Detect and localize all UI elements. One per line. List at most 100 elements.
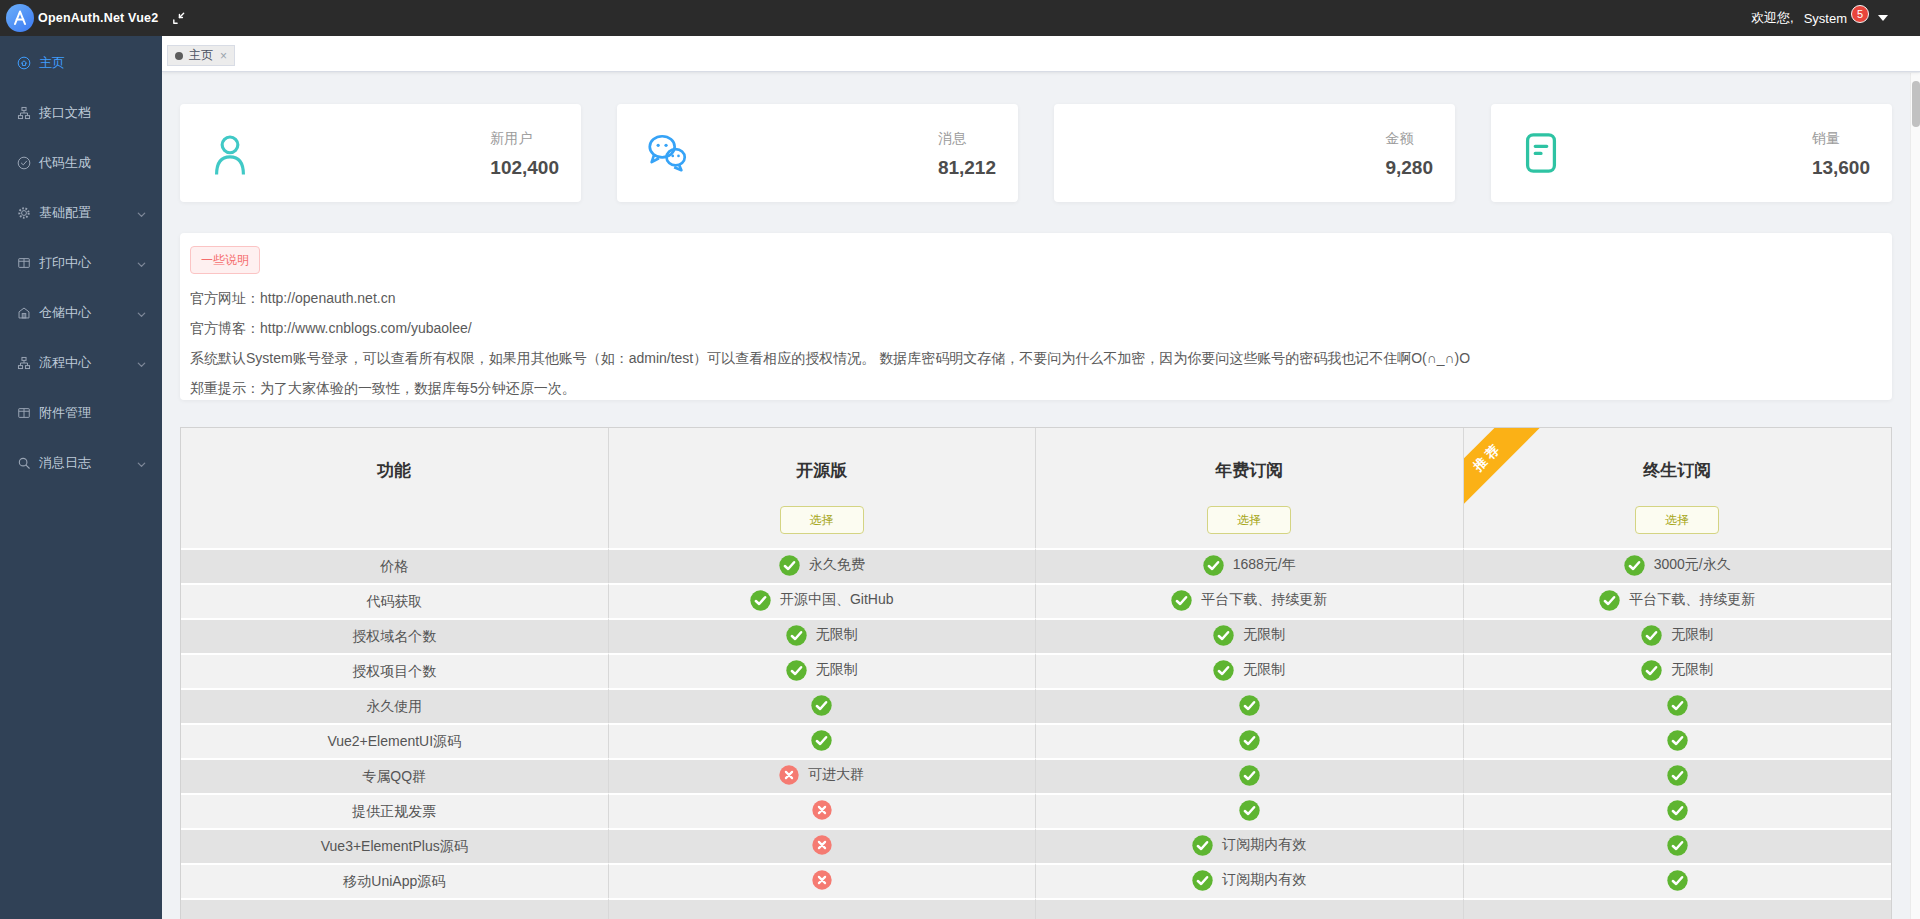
plan-cell: 平台下载、持续更新 — [1464, 583, 1892, 618]
check-icon — [1239, 800, 1260, 821]
chevron-down-icon — [136, 258, 147, 273]
tab-close-icon[interactable]: × — [220, 49, 227, 63]
sidebar-item-label: 基础配置 — [39, 204, 91, 222]
feature-name: 授权项目个数 — [181, 653, 609, 688]
wechat-icon — [644, 130, 690, 176]
stat-card-1[interactable]: 消息81,212 — [617, 104, 1018, 202]
plan-cell — [609, 828, 1037, 863]
plan-cell: 无限制 — [1464, 618, 1892, 653]
pricing-plan-header-1: 年费订阅选择 — [1036, 428, 1464, 548]
stat-label: 金额 — [1385, 129, 1433, 147]
check-icon — [1624, 555, 1645, 576]
feature-name: 代码获取 — [181, 583, 609, 618]
book-icon — [17, 406, 31, 420]
plan-cell — [1464, 898, 1892, 919]
pricing-row-0: 价格永久免费1688元/年3000元/永久 — [181, 548, 1891, 583]
notice-tag: 一些说明 — [190, 246, 260, 274]
stat-card-2[interactable]: 金额 9,280 — [1054, 104, 1455, 202]
plan-cell — [609, 898, 1037, 919]
plan-cell — [1036, 898, 1464, 919]
tab-home[interactable]: 主页 × — [167, 45, 235, 66]
app-title: OpenAuth.Net Vue2 — [38, 11, 158, 25]
sidebar-item-5[interactable]: 仓储中心 — [0, 288, 162, 338]
check-icon — [1192, 835, 1213, 856]
topbar: OpenAuth.Net Vue2 欢迎您, System 5 — [0, 0, 1920, 36]
cross-icon — [812, 870, 832, 890]
collapse-icon[interactable] — [171, 11, 186, 26]
check-icon — [1667, 835, 1688, 856]
stat-value: 9,280 — [1385, 158, 1433, 178]
pricing-feature-header: 功能 — [181, 428, 609, 548]
pricing-plan-header-2: 推荐终生订阅选择 — [1464, 428, 1892, 548]
home-icon — [17, 56, 31, 70]
scrollbar[interactable] — [1910, 73, 1920, 919]
notice-line-3: 郑重提示：为了大家体验的一致性，数据库每5分钟还原一次。 — [190, 373, 1882, 400]
stat-value: 13,600 — [1812, 158, 1870, 178]
tree-icon — [17, 106, 31, 120]
gear-icon — [17, 206, 31, 220]
plan-cell: 1688元/年 — [1036, 548, 1464, 583]
sidebar: 主页接口文档代码生成基础配置打印中心仓储中心流程中心附件管理消息日志 — [0, 36, 162, 919]
sidebar-item-label: 代码生成 — [39, 154, 91, 172]
choose-plan-button-2[interactable]: 选择 — [1635, 506, 1719, 534]
pricing-row-3: 授权项目个数无限制无限制无限制 — [181, 653, 1891, 688]
sidebar-item-label: 流程中心 — [39, 354, 91, 372]
plan-cell: 开源中国、GitHub — [609, 583, 1037, 618]
sidebar-item-6[interactable]: 流程中心 — [0, 338, 162, 388]
plan-cell — [1464, 758, 1892, 793]
plan-cell: 无限制 — [1464, 653, 1892, 688]
plan-cell: 无限制 — [1036, 653, 1464, 688]
check-icon — [1641, 625, 1662, 646]
plan-cell — [1464, 688, 1892, 723]
check-icon — [1192, 870, 1213, 891]
sidebar-item-2[interactable]: 代码生成 — [0, 138, 162, 188]
check-circle-icon — [17, 156, 31, 170]
chevron-down-icon[interactable] — [1878, 15, 1888, 21]
welcome-text: 欢迎您, — [1751, 9, 1794, 27]
plan-cell — [1036, 688, 1464, 723]
pricing-plan-header-0: 开源版选择 — [609, 428, 1037, 548]
document-icon — [1518, 130, 1564, 176]
stat-cards: 新用户102,400 消息81,212 金额 9,280 销量 13,600 — [180, 104, 1892, 202]
sidebar-item-7[interactable]: 附件管理 — [0, 388, 162, 438]
feature-name: Vue2+ElementUI源码 — [181, 723, 609, 758]
notice-lines: 官方网址：http://openauth.net.cn官方博客：http://w… — [190, 283, 1882, 400]
tree-icon — [17, 356, 31, 370]
check-icon — [1667, 800, 1688, 821]
plan-cell — [609, 723, 1037, 758]
stat-card-3[interactable]: 销量 13,600 — [1491, 104, 1892, 202]
check-icon — [1641, 660, 1662, 681]
none-icon — [1081, 130, 1127, 176]
notice-panel: 一些说明 官方网址：http://openauth.net.cn官方博客：htt… — [180, 233, 1892, 400]
sidebar-item-4[interactable]: 打印中心 — [0, 238, 162, 288]
feature-name: 移动UniApp源码 — [181, 863, 609, 898]
tab-bar: 主页 × — [162, 36, 1920, 72]
feature-name: 专属QQ群 — [181, 758, 609, 793]
feature-name: 价格 — [181, 548, 609, 583]
choose-plan-button-1[interactable]: 选择 — [1207, 506, 1291, 534]
scrollbar-thumb[interactable] — [1912, 81, 1920, 127]
check-icon — [1667, 695, 1688, 716]
notice-line-2: 系统默认System账号登录，可以查看所有权限，如果用其他账号（如：admin/… — [190, 343, 1882, 373]
sidebar-item-label: 接口文档 — [39, 104, 91, 122]
check-icon — [1171, 590, 1192, 611]
user-menu[interactable]: 欢迎您, System 5 — [1751, 9, 1888, 27]
stat-label: 销量 — [1812, 129, 1870, 147]
plan-cell: 无限制 — [1036, 618, 1464, 653]
stat-card-0[interactable]: 新用户102,400 — [180, 104, 581, 202]
sidebar-item-0[interactable]: 主页 — [0, 38, 162, 88]
sidebar-item-1[interactable]: 接口文档 — [0, 88, 162, 138]
plan-cell — [609, 793, 1037, 828]
sidebar-item-8[interactable]: 消息日志 — [0, 438, 162, 488]
pricing-table: 功能开源版选择年费订阅选择推荐终生订阅选择 价格永久免费1688元/年3000元… — [180, 427, 1892, 919]
pricing-header-row: 功能开源版选择年费订阅选择推荐终生订阅选择 — [181, 428, 1891, 548]
check-icon — [1239, 730, 1260, 751]
pricing-row-7: 提供正规发票 — [181, 793, 1891, 828]
notification-badge[interactable]: 5 — [1851, 5, 1869, 23]
plan-cell: 无限制 — [609, 653, 1037, 688]
choose-plan-button-0[interactable]: 选择 — [780, 506, 864, 534]
username: System — [1804, 11, 1847, 26]
notice-line-1: 官方博客：http://www.cnblogs.com/yubaolee/ — [190, 313, 1882, 343]
plan-cell — [1036, 723, 1464, 758]
sidebar-item-3[interactable]: 基础配置 — [0, 188, 162, 238]
